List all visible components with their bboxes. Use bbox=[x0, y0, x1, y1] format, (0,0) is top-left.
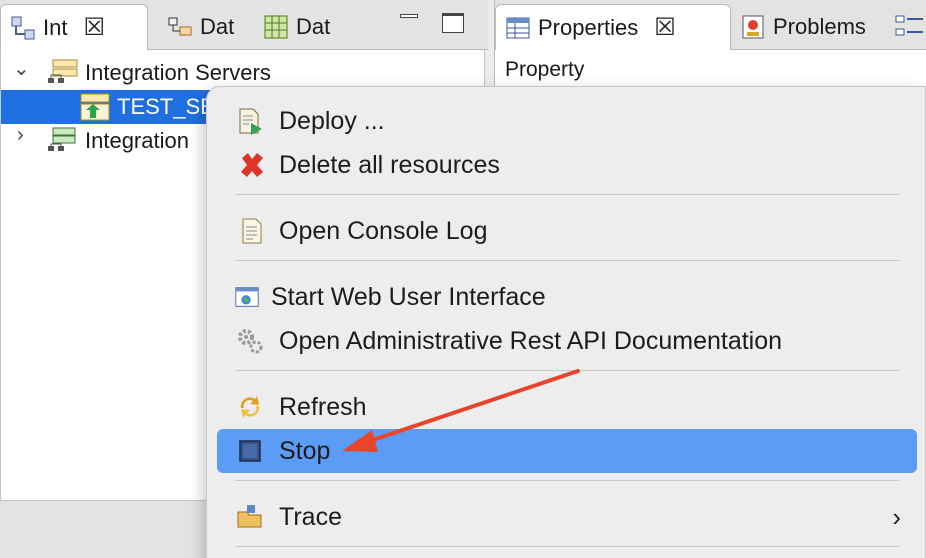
menu-item-label: Stop bbox=[279, 436, 331, 465]
menu-item-label: Refresh bbox=[279, 392, 367, 421]
maximize-button[interactable] bbox=[442, 13, 464, 33]
tab-properties[interactable]: Properties ☒ bbox=[495, 4, 731, 50]
tab-label: Properties bbox=[538, 14, 639, 40]
menu-separator bbox=[235, 194, 899, 195]
menu-separator bbox=[235, 260, 899, 261]
data-source-icon bbox=[168, 17, 192, 36]
server-group-icon bbox=[48, 59, 78, 83]
close-icon[interactable]: ☒ bbox=[83, 13, 105, 42]
tab-label: Dat bbox=[200, 14, 235, 39]
problems-icon bbox=[742, 15, 764, 39]
menu-item-open-admin-rest-api-docs[interactable]: Open Administrative Rest API Documentati… bbox=[217, 319, 917, 363]
menu-item-deploy[interactable]: Deploy ... bbox=[217, 99, 917, 143]
tab-label: Dat bbox=[296, 14, 331, 39]
running-server-icon bbox=[80, 93, 110, 121]
menu-separator bbox=[235, 546, 899, 547]
menu-item-trace[interactable]: Trace › bbox=[217, 495, 917, 539]
gear-icon bbox=[238, 329, 263, 354]
tree-item-label: Integration Servers bbox=[85, 60, 271, 85]
left-tab-bar: Int ☒ Dat Dat bbox=[0, 0, 488, 50]
deploy-icon bbox=[239, 108, 262, 135]
refresh-icon bbox=[240, 396, 260, 418]
chevron-right-icon: › bbox=[892, 501, 901, 532]
tree-item-integration-servers[interactable]: ⌄ Integration Servers bbox=[1, 56, 484, 90]
menu-item-label: Deploy ... bbox=[279, 106, 385, 135]
menu-item-label: Trace bbox=[279, 502, 342, 531]
menu-separator bbox=[235, 370, 899, 371]
menu-item-refresh[interactable]: Refresh bbox=[217, 385, 917, 429]
tab-integration-explorer[interactable]: Int ☒ bbox=[0, 4, 148, 50]
menu-item-label: Start Web User Interface bbox=[271, 282, 546, 311]
integration-node-icon bbox=[48, 127, 76, 151]
context-menu: Deploy ... Delete all resources Open Con… bbox=[206, 86, 926, 558]
outline-icon[interactable] bbox=[895, 14, 923, 40]
menu-item-stop[interactable]: Stop bbox=[217, 429, 917, 473]
close-icon[interactable]: ☒ bbox=[654, 13, 676, 42]
minimize-button[interactable] bbox=[400, 14, 418, 18]
menu-item-label: Open Administrative Rest API Documentati… bbox=[279, 326, 783, 355]
tab-problems[interactable]: Problems bbox=[739, 4, 889, 50]
folder-icon bbox=[237, 505, 262, 528]
console-log-icon bbox=[242, 218, 262, 244]
chevron-down-icon[interactable]: ⌄ bbox=[13, 56, 30, 81]
menu-item-label: Open Console Log bbox=[279, 216, 488, 245]
chevron-right-icon[interactable]: › bbox=[17, 124, 24, 147]
properties-icon bbox=[506, 17, 530, 38]
tab-label: Int bbox=[43, 14, 68, 40]
right-tab-bar: Properties ☒ Problems bbox=[495, 0, 926, 50]
tree-item-label: TEST_SE bbox=[117, 94, 215, 119]
tree-item-label: Integration bbox=[85, 128, 189, 153]
tab-label: Problems bbox=[773, 14, 866, 39]
tab-data-design[interactable]: Dat bbox=[258, 4, 350, 50]
integration-explorer-icon bbox=[11, 16, 35, 39]
data-design-icon bbox=[264, 15, 288, 39]
menu-separator bbox=[235, 480, 899, 481]
menu-item-delete-all-resources[interactable]: Delete all resources bbox=[217, 143, 917, 187]
delete-icon bbox=[241, 153, 263, 177]
menu-item-start-web-user-interface[interactable]: Start Web User Interface bbox=[217, 275, 917, 319]
tab-data-source[interactable]: Dat bbox=[160, 4, 252, 50]
web-ui-icon bbox=[235, 287, 259, 307]
menu-item-open-console-log[interactable]: Open Console Log bbox=[217, 209, 917, 253]
property-column-header: Property bbox=[505, 58, 585, 81]
stop-icon bbox=[239, 440, 261, 462]
menu-item-label: Delete all resources bbox=[279, 150, 500, 179]
